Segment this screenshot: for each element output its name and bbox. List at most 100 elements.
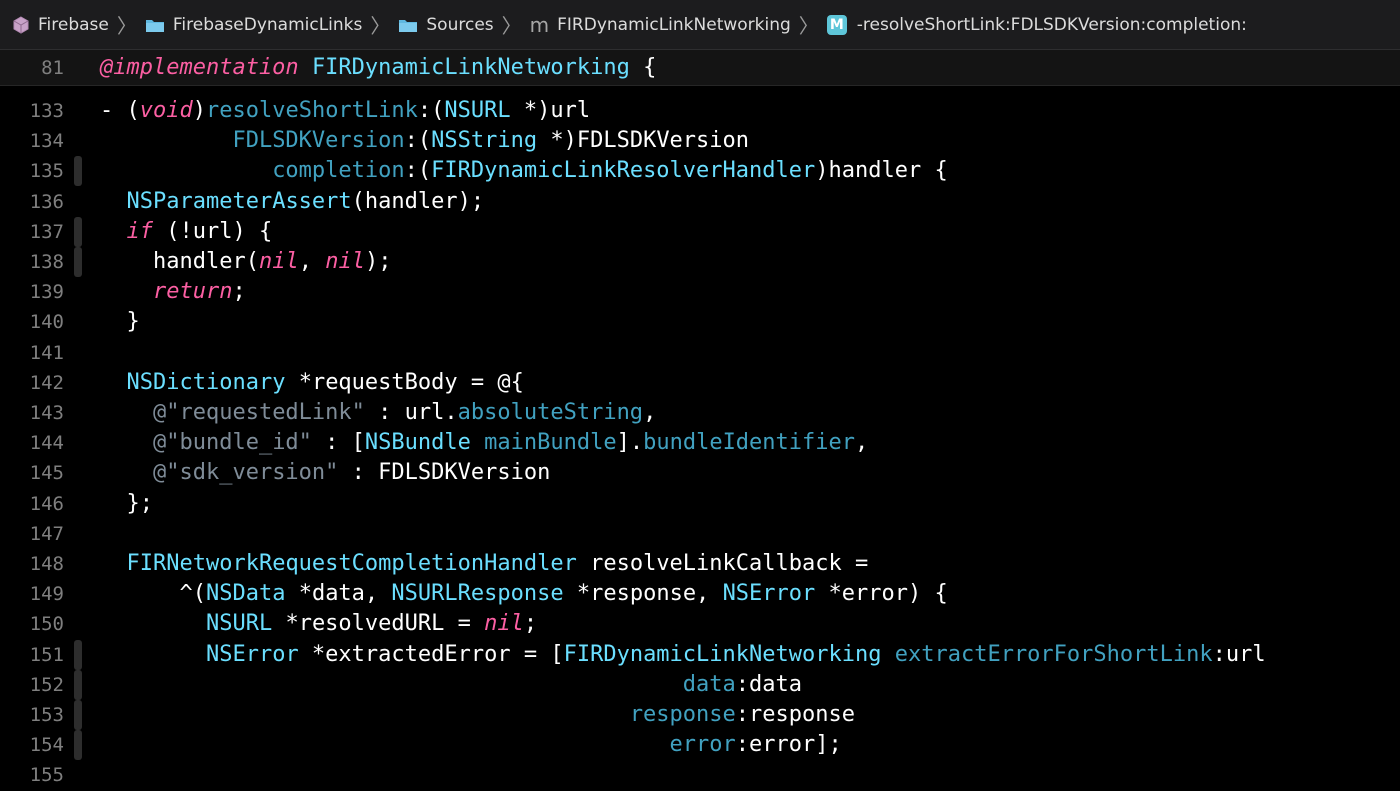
code-token: NSString bbox=[431, 128, 538, 154]
code-line[interactable]: 133 - (void)resolveShortLink:(NSURL *)url bbox=[0, 96, 1400, 126]
breadcrumb-label: FirebaseDynamicLinks bbox=[172, 14, 363, 35]
chevron-right-icon: 〉 bbox=[798, 14, 819, 38]
code-text: FDLSDKVersion:(NSString *)FDLSDKVersion bbox=[100, 126, 749, 156]
line-number: 143 bbox=[29, 402, 64, 424]
code-token: response bbox=[629, 702, 736, 727]
code-token: return bbox=[152, 279, 233, 305]
breadcrumb-sources[interactable]: Sources bbox=[398, 15, 494, 35]
code-line[interactable]: 144 @"bundle_id" : [NSBundle mainBundle]… bbox=[0, 428, 1400, 458]
code-token: *response, bbox=[563, 581, 723, 607]
brace: { bbox=[629, 55, 657, 80]
code-token: NSDictionary bbox=[126, 369, 286, 395]
breadcrumb-firebase[interactable]: Firebase bbox=[12, 15, 109, 35]
code-line[interactable]: 150 NSURL *resolvedURL = nil; bbox=[0, 609, 1400, 639]
m-letter-icon: m bbox=[529, 12, 550, 37]
code-editor[interactable]: 133- (void)resolveShortLink:(NSURL *)url… bbox=[0, 86, 1400, 791]
code-line[interactable]: 153 response:response bbox=[0, 700, 1400, 730]
code-line[interactable]: 137 if (!url) { bbox=[0, 216, 1400, 247]
code-token: :( bbox=[404, 128, 432, 154]
code-token: } bbox=[100, 309, 140, 335]
code-token: : [ bbox=[311, 430, 365, 456]
line-number: 154 bbox=[29, 734, 64, 757]
breadcrumb-firebasedynamiclinks[interactable]: FirebaseDynamicLinks bbox=[145, 14, 363, 35]
line-number: 136 bbox=[29, 190, 64, 213]
code-token: :( bbox=[417, 98, 445, 123]
code-text: NSParameterAssert(handler); bbox=[100, 187, 485, 217]
code-line[interactable]: 155 bbox=[0, 760, 1400, 790]
code-line[interactable]: 147 bbox=[0, 519, 1400, 549]
change-bar bbox=[74, 156, 82, 187]
code-token: void bbox=[139, 98, 193, 123]
code-token: NSURLResponse bbox=[391, 581, 564, 607]
code-line[interactable]: 136 NSParameterAssert(handler); bbox=[0, 187, 1400, 217]
code-line[interactable]: 139 return; bbox=[0, 277, 1400, 307]
code-token: resolveShortLink bbox=[205, 98, 418, 123]
code-line[interactable]: 140 } bbox=[0, 307, 1400, 337]
code-text: handler(nil, nil); bbox=[100, 247, 391, 277]
code-line[interactable]: 151 NSError *extractedError = [FIRDynami… bbox=[0, 639, 1400, 670]
code-line[interactable]: 152 data:data bbox=[0, 669, 1400, 700]
code-token: nil bbox=[484, 611, 524, 637]
code-token: (handler); bbox=[351, 188, 485, 214]
code-line[interactable]: 142 NSDictionary *requestBody = @{ bbox=[0, 368, 1400, 398]
code-token: ]. bbox=[616, 430, 644, 456]
code-text: data:data bbox=[100, 670, 802, 700]
code-token: : FDLSDKVersion bbox=[338, 460, 551, 486]
code-text: FIRNetworkRequestCompletionHandler resol… bbox=[100, 549, 869, 579]
line-number: 133 bbox=[29, 100, 64, 122]
line-number: 141 bbox=[29, 341, 64, 364]
code-line[interactable]: 138 handler(nil, nil); bbox=[0, 247, 1400, 277]
jump-bar: Firebase 〉 FirebaseDynamicLinks 〉 Source… bbox=[0, 0, 1400, 50]
code-token: *resolvedURL = bbox=[272, 611, 485, 637]
code-line[interactable]: 134 FDLSDKVersion:(NSString *)FDLSDKVers… bbox=[0, 126, 1400, 156]
code-token: ; bbox=[232, 279, 246, 305]
code-token: :( bbox=[404, 158, 432, 184]
code-token: nil bbox=[325, 249, 365, 274]
line-number: 146 bbox=[29, 492, 64, 515]
code-token: resolveLinkCallback = bbox=[576, 551, 869, 576]
code-token: *requestBody = @{ bbox=[285, 369, 524, 395]
breadcrumb-resolveshortlink[interactable]: M -resolveShortLink:FDLSDKVersion:comple… bbox=[826, 14, 1247, 35]
breadcrumb-label: Firebase bbox=[38, 14, 109, 35]
code-token: if bbox=[126, 218, 154, 244]
breadcrumb-firdynamiclinknetworking[interactable]: m FIRDynamicLinkNetworking bbox=[530, 13, 791, 37]
code-line[interactable]: 148 FIRNetworkRequestCompletionHandler r… bbox=[0, 549, 1400, 579]
code-line[interactable]: 146 }; bbox=[0, 489, 1400, 519]
code-line[interactable]: 143 @"requestedLink" : url.absoluteStrin… bbox=[0, 398, 1400, 428]
code-token: extractErrorForShortLink bbox=[894, 641, 1213, 667]
code-token: ) bbox=[192, 98, 206, 123]
code-text: NSError *extractedError = [FIRDynamicLin… bbox=[100, 640, 1266, 670]
code-token: *data, bbox=[285, 581, 392, 607]
sticky-scope-header[interactable]: 81 @implementation FIRDynamicLinkNetwork… bbox=[0, 50, 1400, 86]
line-number: 147 bbox=[29, 522, 64, 545]
code-token: :url bbox=[1212, 641, 1266, 667]
code-token: *)url bbox=[510, 98, 591, 123]
code-token: - ( bbox=[100, 98, 140, 123]
code-line[interactable]: 135 completion:(FIRDynamicLinkResolverHa… bbox=[0, 156, 1400, 187]
code-token: NSError bbox=[722, 581, 816, 607]
code-token: error bbox=[669, 732, 736, 758]
sticky-code: @implementation FIRDynamicLinkNetworking… bbox=[100, 53, 656, 83]
code-line[interactable]: 141 bbox=[0, 338, 1400, 368]
line-number: 150 bbox=[29, 613, 64, 636]
line-number: 138 bbox=[29, 251, 64, 273]
line-number: 135 bbox=[29, 160, 64, 183]
code-line[interactable]: 149 ^(NSData *data, NSURLResponse *respo… bbox=[0, 579, 1400, 609]
code-token: data bbox=[682, 671, 736, 697]
code-line[interactable]: 154 error:error]; bbox=[0, 730, 1400, 761]
code-text: @"sdk_version" : FDLSDKVersion bbox=[100, 458, 550, 488]
line-number: 142 bbox=[29, 371, 64, 394]
code-token: absoluteString bbox=[457, 400, 644, 425]
code-token: NSURL bbox=[444, 98, 511, 123]
code-token: *error) { bbox=[815, 581, 948, 607]
code-token: : url. bbox=[364, 400, 458, 425]
code-line[interactable]: 145 @"sdk_version" : FDLSDKVersion bbox=[0, 458, 1400, 488]
change-bar bbox=[74, 247, 82, 277]
